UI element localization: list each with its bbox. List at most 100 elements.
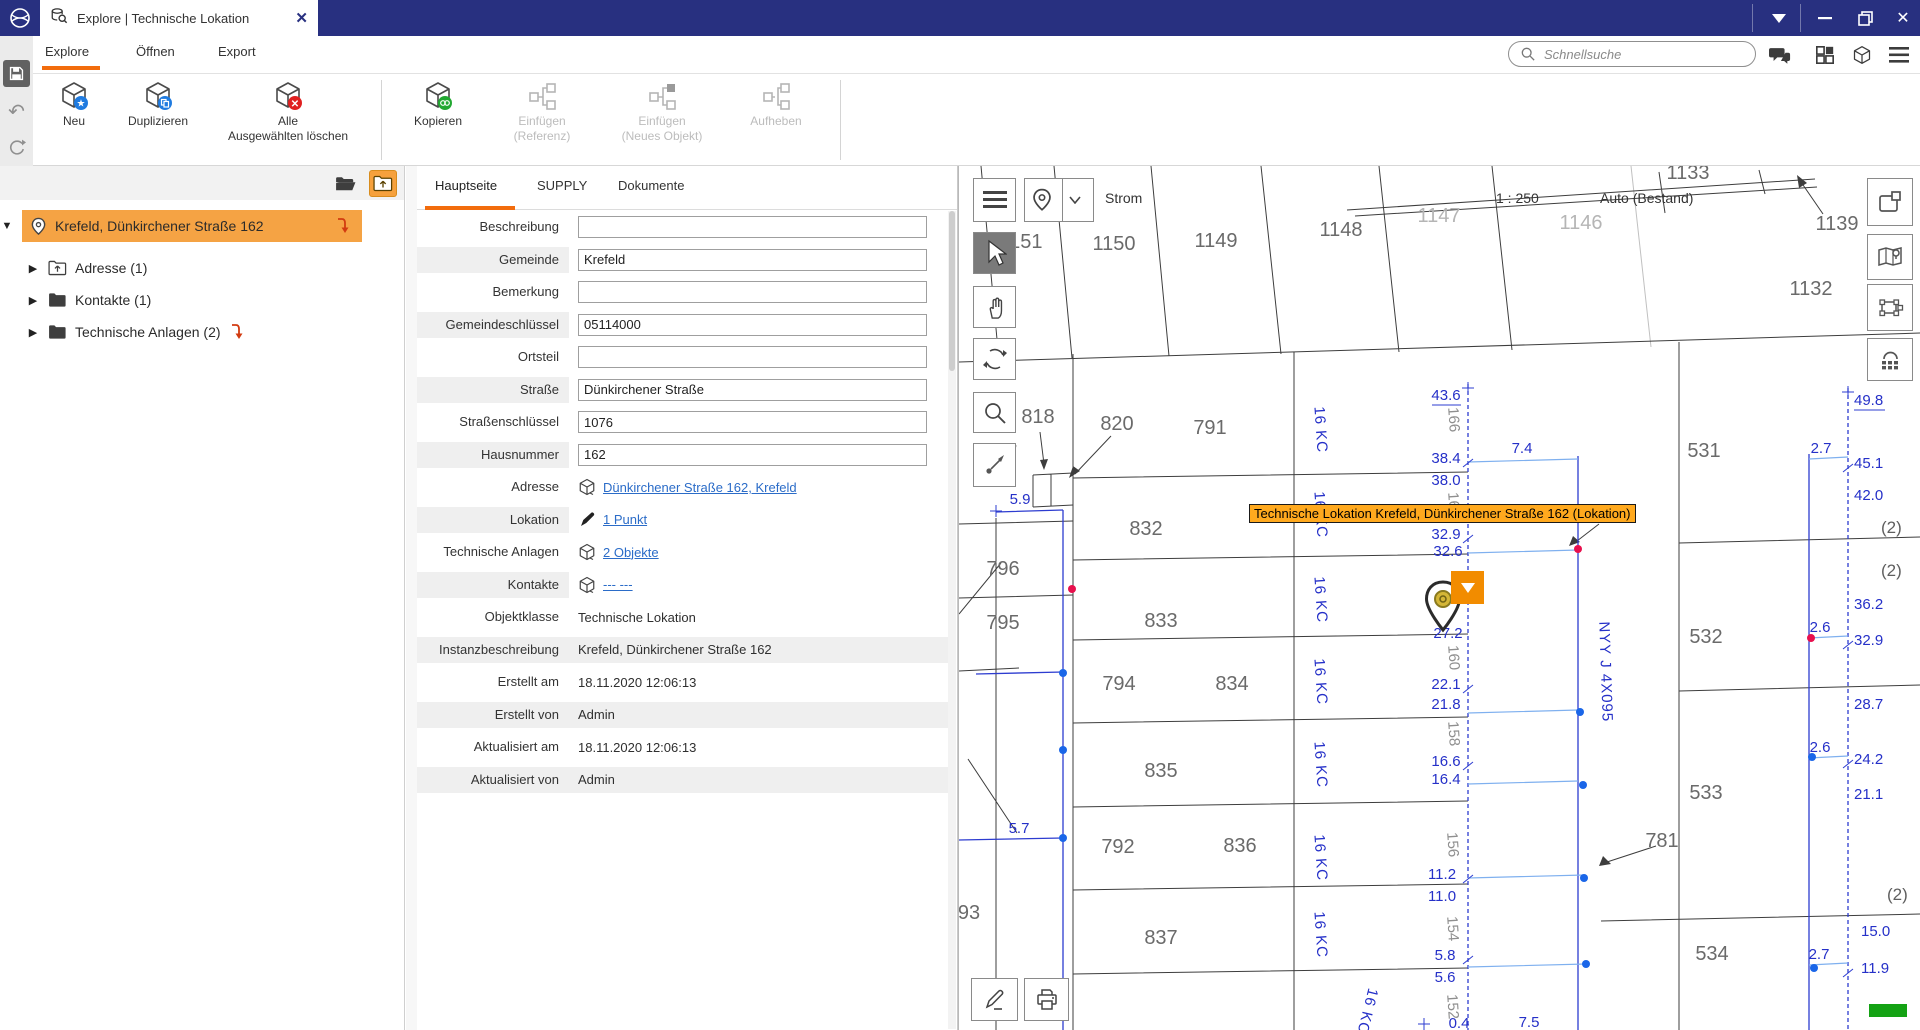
map-label: 22.1 <box>1431 676 1460 693</box>
neu-button[interactable]: ★ Neu <box>45 78 103 129</box>
kopieren-button[interactable]: Kopieren <box>396 78 480 129</box>
map-overview-button[interactable] <box>1867 234 1913 280</box>
field-link[interactable]: --- --- <box>603 577 633 592</box>
tree-item-adresse[interactable]: ▶ Adresse (1) <box>0 252 147 284</box>
ribbon-toolbar: ★ Neu Duplizieren ✕ Alle Ausgewählten lö… <box>0 74 1920 166</box>
tab-dokumente[interactable]: Dokumente <box>618 178 684 193</box>
alle-loeschen-button[interactable]: ✕ Alle Ausgewählten löschen <box>213 78 363 144</box>
minimize-button[interactable] <box>1806 0 1844 36</box>
field-value: 2 Objekte 2 Objekte <box>569 539 948 565</box>
maximize-button[interactable] <box>1846 0 1884 36</box>
map-label: 38.0 <box>1431 472 1460 489</box>
field-label: Hausnummer <box>417 442 569 468</box>
tree-item-technische-anlagen[interactable]: ▶ Technische Anlagen (2) <box>0 316 244 348</box>
zoom-tool-button[interactable] <box>973 392 1016 433</box>
refresh-button[interactable] <box>3 134 30 161</box>
panel-splitter[interactable] <box>406 166 417 1030</box>
tree-item-selected[interactable]: Krefeld, Dünkirchener Straße 162 <box>22 210 362 242</box>
save-button[interactable] <box>3 60 30 87</box>
einfuegen-neues-objekt-button[interactable]: Einfügen (Neues Objekt) <box>604 78 720 144</box>
field-label: Erstellt von <box>417 702 569 728</box>
document-tab[interactable]: Explore | Technische Lokation ✕ <box>40 0 318 36</box>
hand-icon <box>983 294 1007 320</box>
open-folder-button[interactable] <box>332 170 360 197</box>
map-view[interactable]: 1151115011491148114711461133113911328188… <box>958 166 1920 1030</box>
duplizieren-button[interactable]: Duplizieren <box>113 78 203 129</box>
map-label: 1150 <box>1092 233 1135 255</box>
form-row: Ortsteil <box>417 341 948 374</box>
active-menu-underline <box>42 66 100 70</box>
asset-catalog-button[interactable] <box>1867 338 1913 381</box>
map-label: 835 <box>1144 760 1177 782</box>
marker-menu-button[interactable] <box>1451 571 1484 604</box>
field-input[interactable] <box>578 314 927 336</box>
field-link[interactable]: Dünkirchener Straße 162, Krefeld <box>603 480 797 495</box>
tree-item-lokation[interactable]: ▼ Krefeld, Dünkirchener Straße 162 <box>0 210 362 242</box>
field-input[interactable] <box>578 281 927 303</box>
field-input[interactable] <box>578 379 927 401</box>
titlebar-dropdown-button[interactable] <box>1760 0 1798 36</box>
folder-up-toggle-button[interactable] <box>369 170 397 197</box>
caret-expanded-icon[interactable]: ▼ <box>0 220 14 232</box>
chevron-down-icon <box>1069 196 1081 204</box>
hamburger-menu-icon[interactable] <box>1887 44 1911 66</box>
close-button[interactable]: ✕ <box>1886 0 1920 36</box>
select-tool-button[interactable] <box>973 232 1016 274</box>
print-map-button[interactable] <box>1024 978 1069 1021</box>
chat-icon[interactable] <box>1768 44 1792 66</box>
map-label: 16 KC <box>1310 741 1330 789</box>
detail-form-panel: Hauptseite SUPPLY Dokumente Beschreibung… <box>417 166 958 1030</box>
field-link[interactable]: 2 Objekte <box>603 545 659 560</box>
form-row: Aktualisiert von Admin Admin <box>417 764 948 797</box>
field-link[interactable]: 1 Punkt <box>603 512 647 527</box>
field-input[interactable] <box>578 346 927 368</box>
menu-oeffnen[interactable]: Öffnen <box>136 44 175 59</box>
tab-supply[interactable]: SUPPLY <box>537 178 587 193</box>
map-label: 795 <box>986 612 1019 634</box>
menu-export[interactable]: Export <box>218 44 256 59</box>
edit-tool-button[interactable] <box>971 978 1018 1021</box>
search-input[interactable] <box>1542 46 1726 63</box>
map-label: 832 <box>1129 518 1162 540</box>
caret-collapsed-icon[interactable]: ▶ <box>26 326 40 339</box>
field-value: Admin Admin <box>569 702 948 728</box>
layout-frame-button[interactable] <box>1867 178 1913 226</box>
field-input[interactable] <box>578 444 927 466</box>
pan-tool-button[interactable] <box>973 286 1016 328</box>
aufheben-button[interactable]: Aufheben <box>730 78 822 129</box>
printer-icon <box>1034 987 1060 1013</box>
map-menu-button[interactable] <box>973 178 1016 222</box>
scrollbar-thumb[interactable] <box>949 211 955 371</box>
map-label: (2) <box>1881 561 1902 580</box>
polygon-select-button[interactable] <box>1867 284 1913 331</box>
menu-explore[interactable]: Explore <box>45 44 89 59</box>
quick-search[interactable] <box>1508 41 1756 67</box>
caret-collapsed-icon[interactable]: ▶ <box>26 262 40 275</box>
locator-dropdown-button[interactable] <box>1024 178 1094 222</box>
caret-collapsed-icon[interactable]: ▶ <box>26 294 40 307</box>
tab-close-icon[interactable]: ✕ <box>295 9 308 27</box>
tree-item-kontakte[interactable]: ▶ Kontakte (1) <box>0 284 151 316</box>
dashboard-grid-icon[interactable] <box>1813 44 1837 66</box>
ribbon-separator-2 <box>840 80 841 160</box>
einfuegen-referenz-button[interactable]: Einfügen (Referenz) <box>490 78 594 144</box>
map-label: 156 <box>1443 832 1462 858</box>
open-folder-icon <box>335 175 357 193</box>
tree-item-label: Krefeld, Dünkirchener Straße 162 <box>55 218 264 234</box>
object-cube-icon[interactable] <box>1850 44 1874 66</box>
map-label: 32.9 <box>1854 632 1883 649</box>
location-pin-icon <box>30 217 47 236</box>
field-input[interactable] <box>578 216 927 238</box>
field-input[interactable] <box>578 249 927 271</box>
field-input[interactable] <box>578 411 927 433</box>
rotate-tool-button[interactable] <box>973 338 1016 380</box>
form-scrollbar[interactable] <box>948 211 956 1029</box>
titlebar: Explore | Technische Lokation ✕ ✕ <box>0 0 1920 36</box>
undo-button[interactable]: ↶ <box>3 98 30 125</box>
measure-tool-button[interactable] <box>973 443 1016 487</box>
field-label: Straße <box>417 377 569 403</box>
map-label: 38.4 <box>1431 450 1460 467</box>
map-label: 152 <box>1443 994 1462 1020</box>
tab-hauptseite[interactable]: Hauptseite <box>435 178 497 193</box>
folder-up-icon <box>373 175 393 192</box>
